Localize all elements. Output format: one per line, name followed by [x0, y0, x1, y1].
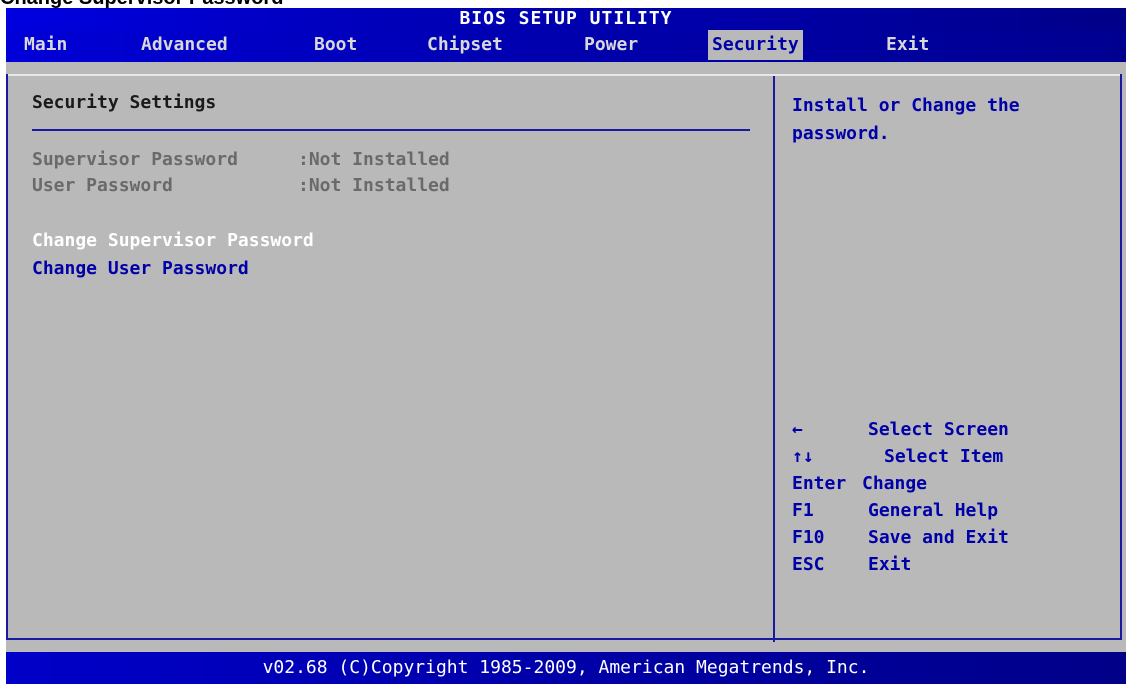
left-arrow-key: ←: [792, 419, 803, 440]
copyright-text: v02.68 (C)Copyright 1985-2009, American …: [262, 657, 870, 678]
supervisor-password-label: Supervisor Password: [32, 149, 238, 170]
bios-setup-screen: BIOS SETUP UTILITY Main Advanced Boot Ch…: [6, 8, 1126, 684]
key-legend: ← Select Screen ↑↓ Select Item Enter Cha…: [792, 416, 1112, 578]
title-bar: BIOS SETUP UTILITY: [6, 8, 1126, 30]
menu-boot[interactable]: Boot: [314, 30, 357, 60]
f10-key: F10: [792, 527, 825, 548]
help-text: Install or Change the password.: [792, 95, 1020, 144]
key-desc-change: Change: [862, 473, 928, 494]
key-row-save-exit: F10 Save and Exit: [792, 524, 1112, 551]
title-text: BIOS SETUP UTILITY: [459, 8, 673, 29]
page-caption: Change Supervisor Password: [0, 0, 283, 8]
key-desc-exit: Exit: [868, 554, 912, 575]
menu-power[interactable]: Power: [584, 30, 638, 60]
up-down-arrow-keys: ↑↓: [792, 446, 814, 467]
key-row-select-screen: ← Select Screen: [792, 416, 1112, 443]
menu-exit[interactable]: Exit: [886, 30, 929, 60]
supervisor-password-value: :Not Installed: [298, 149, 450, 170]
key-desc-select-screen: Select Screen: [868, 419, 1009, 440]
enter-key: Enter: [792, 473, 847, 494]
change-supervisor-password-option[interactable]: Change Supervisor Password: [32, 227, 314, 255]
menu-advanced[interactable]: Advanced: [141, 30, 228, 60]
section-title: Security Settings: [32, 92, 217, 113]
esc-key: ESC: [792, 554, 825, 575]
user-password-value: :Not Installed: [298, 175, 450, 196]
menu-main[interactable]: Main: [24, 30, 67, 60]
supervisor-password-status: Supervisor Password :Not Installed: [32, 146, 450, 174]
key-row-select-item: ↑↓ Select Item: [792, 443, 1112, 470]
key-desc-save-exit: Save and Exit: [868, 527, 1009, 548]
f1-key: F1: [792, 500, 814, 521]
key-row-exit: ESC Exit: [792, 551, 1112, 578]
key-row-change: Enter Change: [792, 470, 1112, 497]
change-user-password-option[interactable]: Change User Password: [32, 255, 249, 283]
footer-bar: v02.68 (C)Copyright 1985-2009, American …: [6, 652, 1126, 684]
user-password-status: User Password :Not Installed: [32, 172, 450, 200]
help-divider: [773, 76, 775, 642]
key-desc-general-help: General Help: [868, 500, 999, 521]
section-divider: [32, 129, 750, 131]
menu-bar: Main Advanced Boot Chipset Power Securit…: [6, 30, 1126, 62]
user-password-label: User Password: [32, 175, 173, 196]
key-row-general-help: F1 General Help: [792, 497, 1112, 524]
menu-security[interactable]: Security: [708, 30, 803, 60]
menu-chipset[interactable]: Chipset: [427, 30, 503, 60]
key-desc-select-item: Select Item: [884, 446, 1004, 467]
